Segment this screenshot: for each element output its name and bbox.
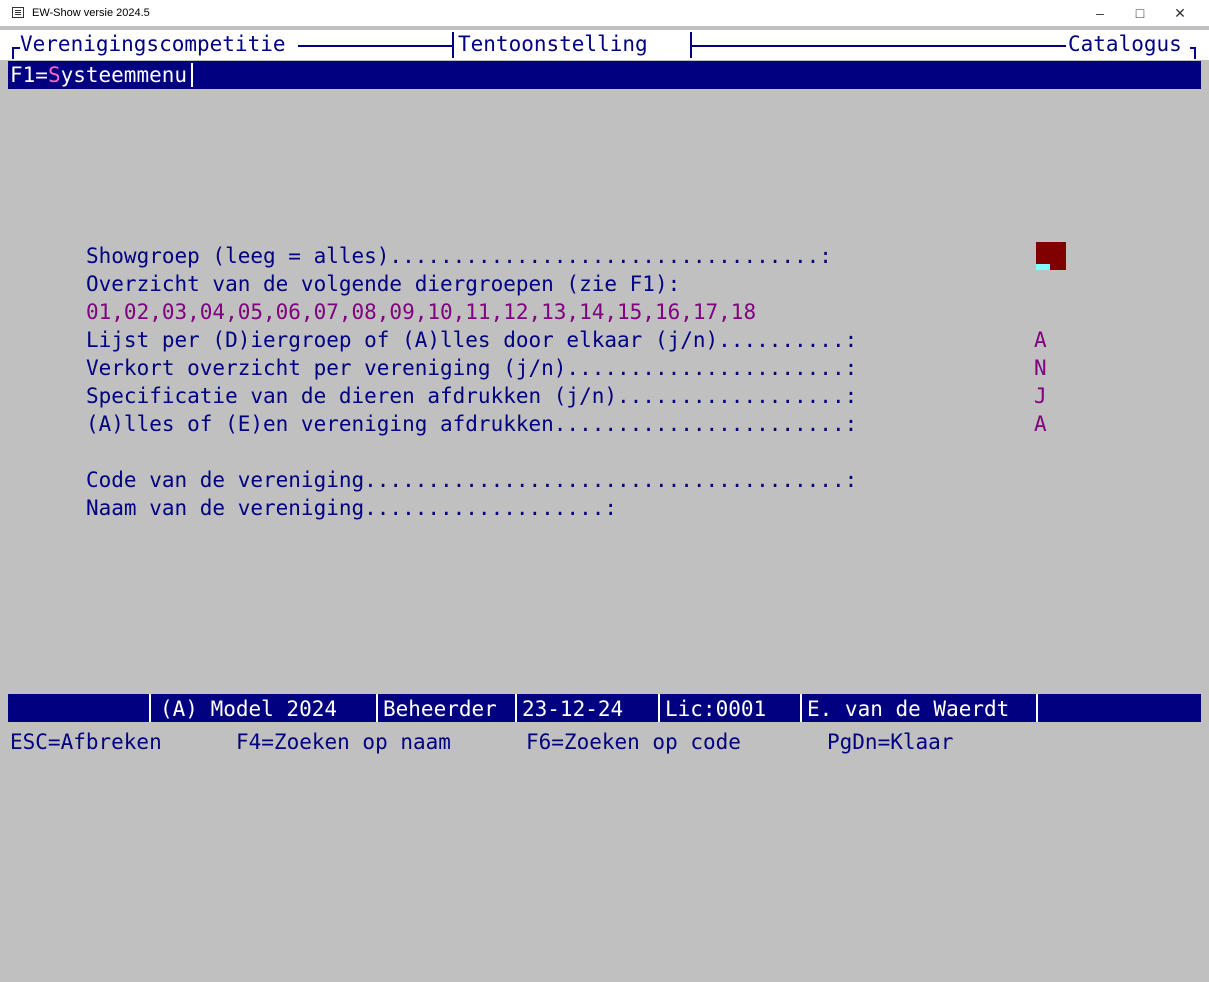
fkey-prefix: F1=	[10, 63, 48, 87]
lijst-label: Lijst per (D)iergroep of (A)lles door el…	[86, 328, 858, 352]
menu-line-2	[692, 45, 1066, 47]
naam-label: Naam van de vereniging..................…	[86, 496, 618, 520]
spacer-row	[86, 438, 857, 466]
hotkey-letter: S	[47, 63, 61, 87]
f4-hint[interactable]: F4=Zoeken op naam	[236, 728, 451, 756]
lijst-row: Lijst per (D)iergroep of (A)lles door el…	[86, 326, 1047, 354]
close-button[interactable]: ✕	[1160, 3, 1200, 23]
key-hint-bar: ESC=Afbreken F4=Zoeken op naam F6=Zoeken…	[10, 728, 953, 756]
code-label: Code van de vereniging..................…	[86, 468, 858, 492]
code-row: Code van de vereniging..................…	[86, 466, 857, 494]
esc-hint[interactable]: ESC=Afbreken	[10, 728, 162, 756]
menu-line-1	[298, 45, 452, 47]
maximize-button[interactable]: □	[1120, 3, 1160, 23]
window-title: EW-Show versie 2024.5	[32, 7, 150, 19]
status-model: (A) Model 2024	[160, 697, 338, 721]
specificatie-field[interactable]: J	[1034, 382, 1047, 410]
function-key-bar: F1=Systeemmenu	[8, 61, 1201, 89]
status-role: Beheerder	[383, 697, 497, 721]
menu-divider-1	[452, 32, 454, 58]
window-titlebar: EW-Show versie 2024.5 – □ ✕	[0, 0, 1209, 26]
status-separator	[658, 694, 660, 722]
app-icon	[12, 7, 24, 18]
lijst-field[interactable]: A	[1034, 326, 1047, 354]
diergroepen-row: 01,02,03,04,05,06,07,08,09,10,11,12,13,1…	[86, 298, 857, 326]
menu-corner-left	[12, 47, 14, 59]
status-license: Lic:0001	[665, 697, 767, 721]
systeemmenu-button[interactable]: F1=Systeemmenu	[10, 63, 194, 87]
report-form: Showgroep (leeg = alles)................…	[86, 242, 1047, 522]
status-date: 23-12-24	[522, 697, 624, 721]
menu-item-catalogus[interactable]: Catalogus	[1068, 32, 1182, 56]
showgroep-row: Showgroep (leeg = alles)................…	[86, 242, 857, 270]
status-user: E. van de Waerdt	[807, 697, 1010, 721]
verkort-field[interactable]: N	[1034, 354, 1047, 382]
specificatie-row: Specificatie van de dieren afdrukken (j/…	[86, 382, 1047, 410]
alles-field[interactable]: A	[1034, 410, 1047, 438]
specificatie-label: Specificatie van de dieren afdrukken (j/…	[86, 384, 858, 408]
naam-row: Naam van de vereniging..................…	[86, 494, 857, 522]
menu-corner-right	[1194, 47, 1196, 59]
verkort-label: Verkort overzicht per vereniging (j/n)..…	[86, 356, 858, 380]
menu-item-tentoonstelling[interactable]: Tentoonstelling	[458, 32, 648, 56]
alles-row: (A)lles of (E)en vereniging afdrukken...…	[86, 410, 1047, 438]
status-separator	[149, 694, 151, 722]
status-separator	[800, 694, 802, 722]
diergroepen-value[interactable]: 01,02,03,04,05,06,07,08,09,10,11,12,13,1…	[86, 300, 756, 324]
minimize-button[interactable]: –	[1080, 3, 1120, 23]
overzicht-row: Overzicht van de volgende diergroepen (z…	[86, 270, 857, 298]
status-separator	[376, 694, 378, 722]
pgdn-hint[interactable]: PgDn=Klaar	[827, 728, 953, 756]
f6-hint[interactable]: F6=Zoeken op code	[526, 728, 741, 756]
text-cursor	[1036, 264, 1050, 270]
fkey-label: ysteemmenu	[60, 63, 188, 87]
alles-label: (A)lles of (E)en vereniging afdrukken...…	[86, 412, 858, 436]
verkort-row: Verkort overzicht per vereniging (j/n)..…	[86, 354, 1047, 382]
status-bar: (A) Model 2024 Beheerder 23-12-24 Lic:00…	[8, 694, 1201, 722]
menu-item-verenigingscompetitie[interactable]: Verenigingscompetitie	[20, 32, 286, 56]
showgroep-label: Showgroep (leeg = alles)................…	[86, 244, 832, 268]
status-separator	[515, 694, 517, 722]
overzicht-label: Overzicht van de volgende diergroepen (z…	[86, 272, 681, 296]
status-separator	[1036, 694, 1038, 722]
menu-bar: Verenigingscompetitie Tentoonstelling Ca…	[0, 30, 1209, 60]
